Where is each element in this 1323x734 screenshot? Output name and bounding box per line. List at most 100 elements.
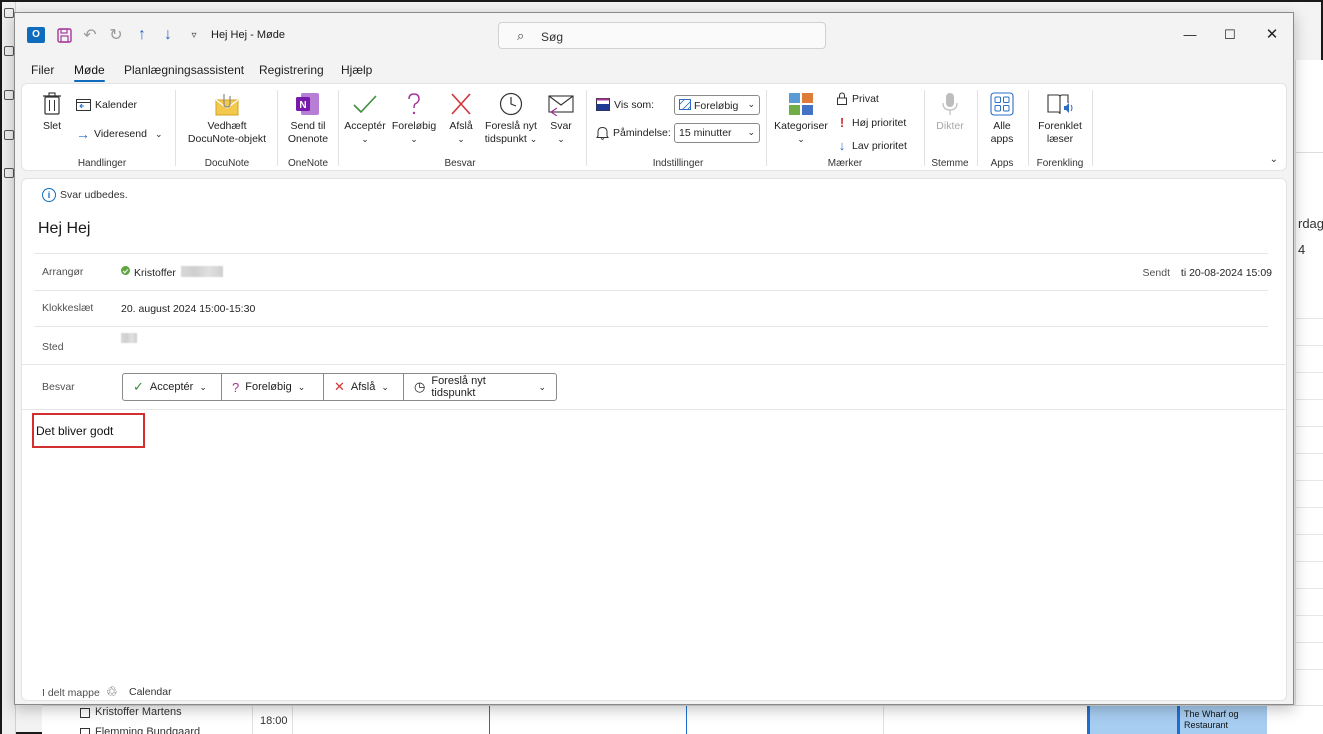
clock-icon: ◷ bbox=[414, 379, 426, 394]
delete-button[interactable]: Slet bbox=[34, 92, 70, 133]
outlook-app-icon: O bbox=[27, 27, 45, 43]
tab-filer[interactable]: Filer bbox=[31, 63, 54, 77]
send-to-onenote-button[interactable]: N Send til Onenote bbox=[282, 92, 334, 146]
chevron-down-icon: ⌄ bbox=[410, 134, 418, 144]
respond-label: Besvar bbox=[42, 381, 75, 393]
group-label-onenote: OneNote bbox=[287, 158, 329, 169]
onenote-icon: N bbox=[296, 93, 319, 115]
reply-envelope-icon bbox=[548, 95, 574, 116]
chevron-down-icon: ⌄ bbox=[538, 381, 546, 392]
search-placeholder: Søg bbox=[541, 30, 564, 44]
attach-docunote-button[interactable]: Vedhæft DocuNote-objekt bbox=[182, 92, 272, 146]
person-checkbox[interactable] bbox=[80, 728, 90, 734]
close-button[interactable]: ✕ bbox=[1257, 23, 1287, 47]
mail-icon[interactable] bbox=[4, 46, 14, 56]
forward-arrow-icon: → bbox=[76, 126, 90, 142]
calendar-event[interactable]: The Wharf og Restaurant bbox=[1177, 706, 1267, 734]
sent-label: Sendt bbox=[1142, 267, 1170, 279]
x-mark-icon: ✕ bbox=[334, 379, 345, 394]
group-label-apps: Apps bbox=[990, 158, 1014, 169]
show-as-dropdown[interactable]: Foreløbig ⌄ bbox=[674, 95, 760, 115]
redacted-surname bbox=[181, 266, 223, 277]
decline-response-button[interactable]: ✕ Afslå ⌄ bbox=[324, 374, 404, 400]
redo-icon[interactable]: ↻ bbox=[107, 26, 125, 44]
person-name: Flemming Bundgaard bbox=[95, 726, 201, 734]
accept-button[interactable]: Acceptér ⌄ bbox=[342, 92, 388, 146]
checkmark-icon: ✓ bbox=[133, 379, 144, 394]
undo-icon[interactable]: ↶ bbox=[81, 26, 99, 44]
low-priority-button[interactable]: ↓ Lav prioritet bbox=[836, 138, 907, 153]
person-name: Kristoffer Martens bbox=[95, 706, 182, 718]
tab-hjaelp[interactable]: Hjælp bbox=[341, 63, 372, 77]
decline-button[interactable]: Afslå ⌄ bbox=[442, 92, 480, 146]
background-calendar-grid: Kristoffer Martens Flemming Bundgaard 18… bbox=[42, 705, 1323, 734]
tentative-button[interactable]: Foreløbig ⌄ bbox=[390, 92, 438, 146]
maximize-button[interactable]: ☐ bbox=[1215, 23, 1245, 47]
microphone-icon bbox=[942, 93, 958, 115]
tentative-pattern-icon bbox=[678, 98, 692, 111]
tab-registrering[interactable]: Registrering bbox=[259, 63, 324, 77]
calendar-event[interactable] bbox=[1087, 706, 1177, 734]
shared-folder-label: I delt mappe bbox=[42, 687, 100, 699]
chevron-down-icon: ⌄ bbox=[747, 99, 755, 109]
previous-item-icon[interactable]: ↑ bbox=[133, 26, 151, 44]
trash-icon bbox=[43, 92, 61, 115]
customize-toolbar-icon[interactable]: ▿ bbox=[185, 26, 203, 44]
show-as-icon bbox=[596, 98, 610, 111]
meeting-body-text[interactable]: Det bliver godt bbox=[36, 424, 113, 438]
group-label-besvar: Besvar bbox=[444, 158, 476, 169]
high-priority-button[interactable]: ! Høj prioritet bbox=[836, 115, 906, 130]
private-button[interactable]: Privat bbox=[836, 92, 879, 105]
propose-time-response-button[interactable]: ◷ Foreslå nyt tidspunkt ⌄ bbox=[404, 374, 556, 400]
calendar-small-icon bbox=[76, 99, 91, 111]
time-label: Klokkeslæt bbox=[42, 302, 94, 314]
apps-icon[interactable] bbox=[4, 168, 14, 178]
window-title: Hej Hej - Møde bbox=[211, 29, 285, 41]
chevron-down-icon: ⌄ bbox=[797, 134, 805, 144]
categorize-button[interactable]: Kategoriser ⌄ bbox=[772, 92, 830, 146]
next-item-icon[interactable]: ↓ bbox=[159, 26, 177, 44]
ribbon-collapse-icon[interactable]: ⌄ bbox=[1270, 154, 1278, 165]
chevron-down-icon: ⌄ bbox=[199, 381, 207, 392]
minimize-button[interactable]: — bbox=[1175, 23, 1205, 47]
background-calendar-edge: rdag 4 bbox=[1295, 60, 1323, 710]
immersive-reader-icon bbox=[1047, 94, 1073, 115]
save-icon[interactable] bbox=[55, 26, 73, 44]
checkmark-icon bbox=[353, 95, 377, 114]
chevron-down-icon[interactable]: ⌄ bbox=[155, 129, 163, 140]
chevron-down-icon: ⌄ bbox=[457, 134, 465, 144]
organizer-name[interactable]: Kristoffer bbox=[134, 267, 176, 279]
bell-icon bbox=[596, 126, 609, 140]
search-box[interactable]: ⌕ Søg bbox=[498, 22, 826, 49]
person-checkbox[interactable] bbox=[80, 708, 90, 718]
calendar-button[interactable]: Kalender bbox=[76, 98, 137, 111]
response-toolbar: ✓ Acceptér ⌄ ? Foreløbig ⌄ ✕ Afslå ⌄ ◷ F… bbox=[122, 373, 557, 401]
accept-response-button[interactable]: ✓ Acceptér ⌄ bbox=[123, 374, 222, 400]
dictate-button[interactable]: Dikter bbox=[930, 92, 970, 133]
background-day-label: rdag bbox=[1298, 216, 1323, 231]
reply-button[interactable]: Svar ⌄ bbox=[544, 92, 578, 146]
people-icon[interactable] bbox=[4, 130, 14, 140]
x-mark-icon bbox=[451, 93, 471, 115]
immersive-reader-button[interactable]: Forenklet læser bbox=[1032, 92, 1088, 146]
info-icon: i bbox=[42, 188, 56, 202]
apps-grid-icon bbox=[990, 92, 1014, 116]
time-slot-label: 18:00 bbox=[260, 715, 288, 727]
group-label-handlinger: Handlinger bbox=[77, 158, 127, 169]
tentative-response-button[interactable]: ? Foreløbig ⌄ bbox=[222, 374, 324, 400]
chevron-down-icon: ⌄ bbox=[361, 134, 369, 144]
all-apps-button[interactable]: Alle apps bbox=[983, 92, 1021, 146]
group-label-maerker: Mærker bbox=[827, 158, 863, 169]
tab-mode[interactable]: Møde bbox=[74, 63, 105, 82]
tab-planlaegningsassistent[interactable]: Planlægningsassistent bbox=[124, 63, 244, 77]
meeting-time: 20. august 2024 15:00-15:30 bbox=[121, 303, 256, 315]
propose-new-time-button[interactable]: Foreslå nyt tidspunkt ⌄ bbox=[482, 92, 540, 146]
categorize-icon bbox=[789, 93, 813, 115]
outlook-icon bbox=[4, 8, 14, 18]
down-arrow-icon: ↓ bbox=[838, 138, 846, 153]
shared-folder-name[interactable]: Calendar bbox=[129, 686, 172, 698]
reminder-dropdown[interactable]: 15 minutter ⌄ bbox=[674, 123, 760, 143]
chevron-down-icon: ⌄ bbox=[297, 381, 306, 392]
calendar-icon[interactable] bbox=[4, 90, 14, 100]
forward-button[interactable]: → Videresend ⌄ bbox=[76, 126, 162, 142]
